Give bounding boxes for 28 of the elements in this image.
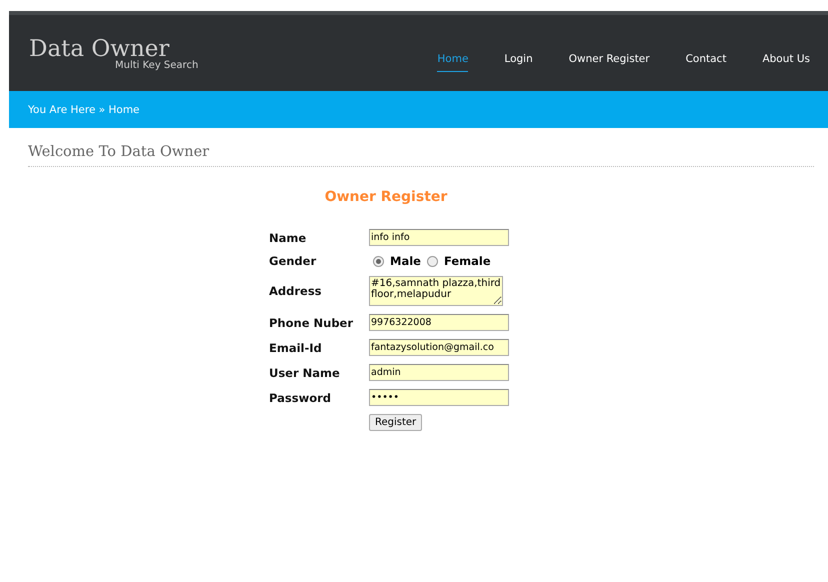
radio-label: Female — [444, 254, 491, 268]
radio-button[interactable] — [426, 256, 438, 266]
form-title: Owner Register — [324, 189, 448, 205]
field-label: Address — [269, 284, 323, 298]
nav-link[interactable]: Owner Register — [568, 46, 650, 72]
field-label: Phone Nuber — [269, 316, 354, 330]
nav-link[interactable]: About Us — [762, 46, 810, 72]
register-button[interactable]: Register — [369, 414, 422, 431]
radio-label: Male — [390, 254, 421, 268]
nav-link[interactable]: Home — [437, 46, 468, 72]
field-label: Gender — [269, 254, 318, 268]
field-label: Password — [269, 390, 332, 404]
address-field[interactable]: #16,samnath plazza,third floor,melapudur — [369, 276, 503, 306]
nav-link[interactable]: Login — [504, 46, 533, 72]
field-label: User Name — [269, 366, 341, 380]
page-heading: Welcome To Data Owner — [28, 144, 814, 167]
nav-link[interactable]: Contact — [686, 46, 726, 72]
breadcrumb: You Are Here » Home — [28, 104, 140, 116]
input-field[interactable]: 9976322008 — [369, 314, 509, 331]
field-label: Email-Id — [269, 340, 323, 354]
radio-button[interactable] — [373, 256, 384, 266]
field-label: Name — [269, 230, 308, 244]
input-field[interactable]: fantazysolution@gmail.co — [369, 339, 509, 356]
site-subtitle: Multi Key Search — [115, 60, 198, 70]
input-field[interactable]: info info — [369, 229, 509, 246]
site-title: Data Owner — [29, 36, 170, 62]
input-field[interactable]: ••••• — [369, 389, 509, 406]
input-field[interactable]: admin — [369, 364, 509, 381]
